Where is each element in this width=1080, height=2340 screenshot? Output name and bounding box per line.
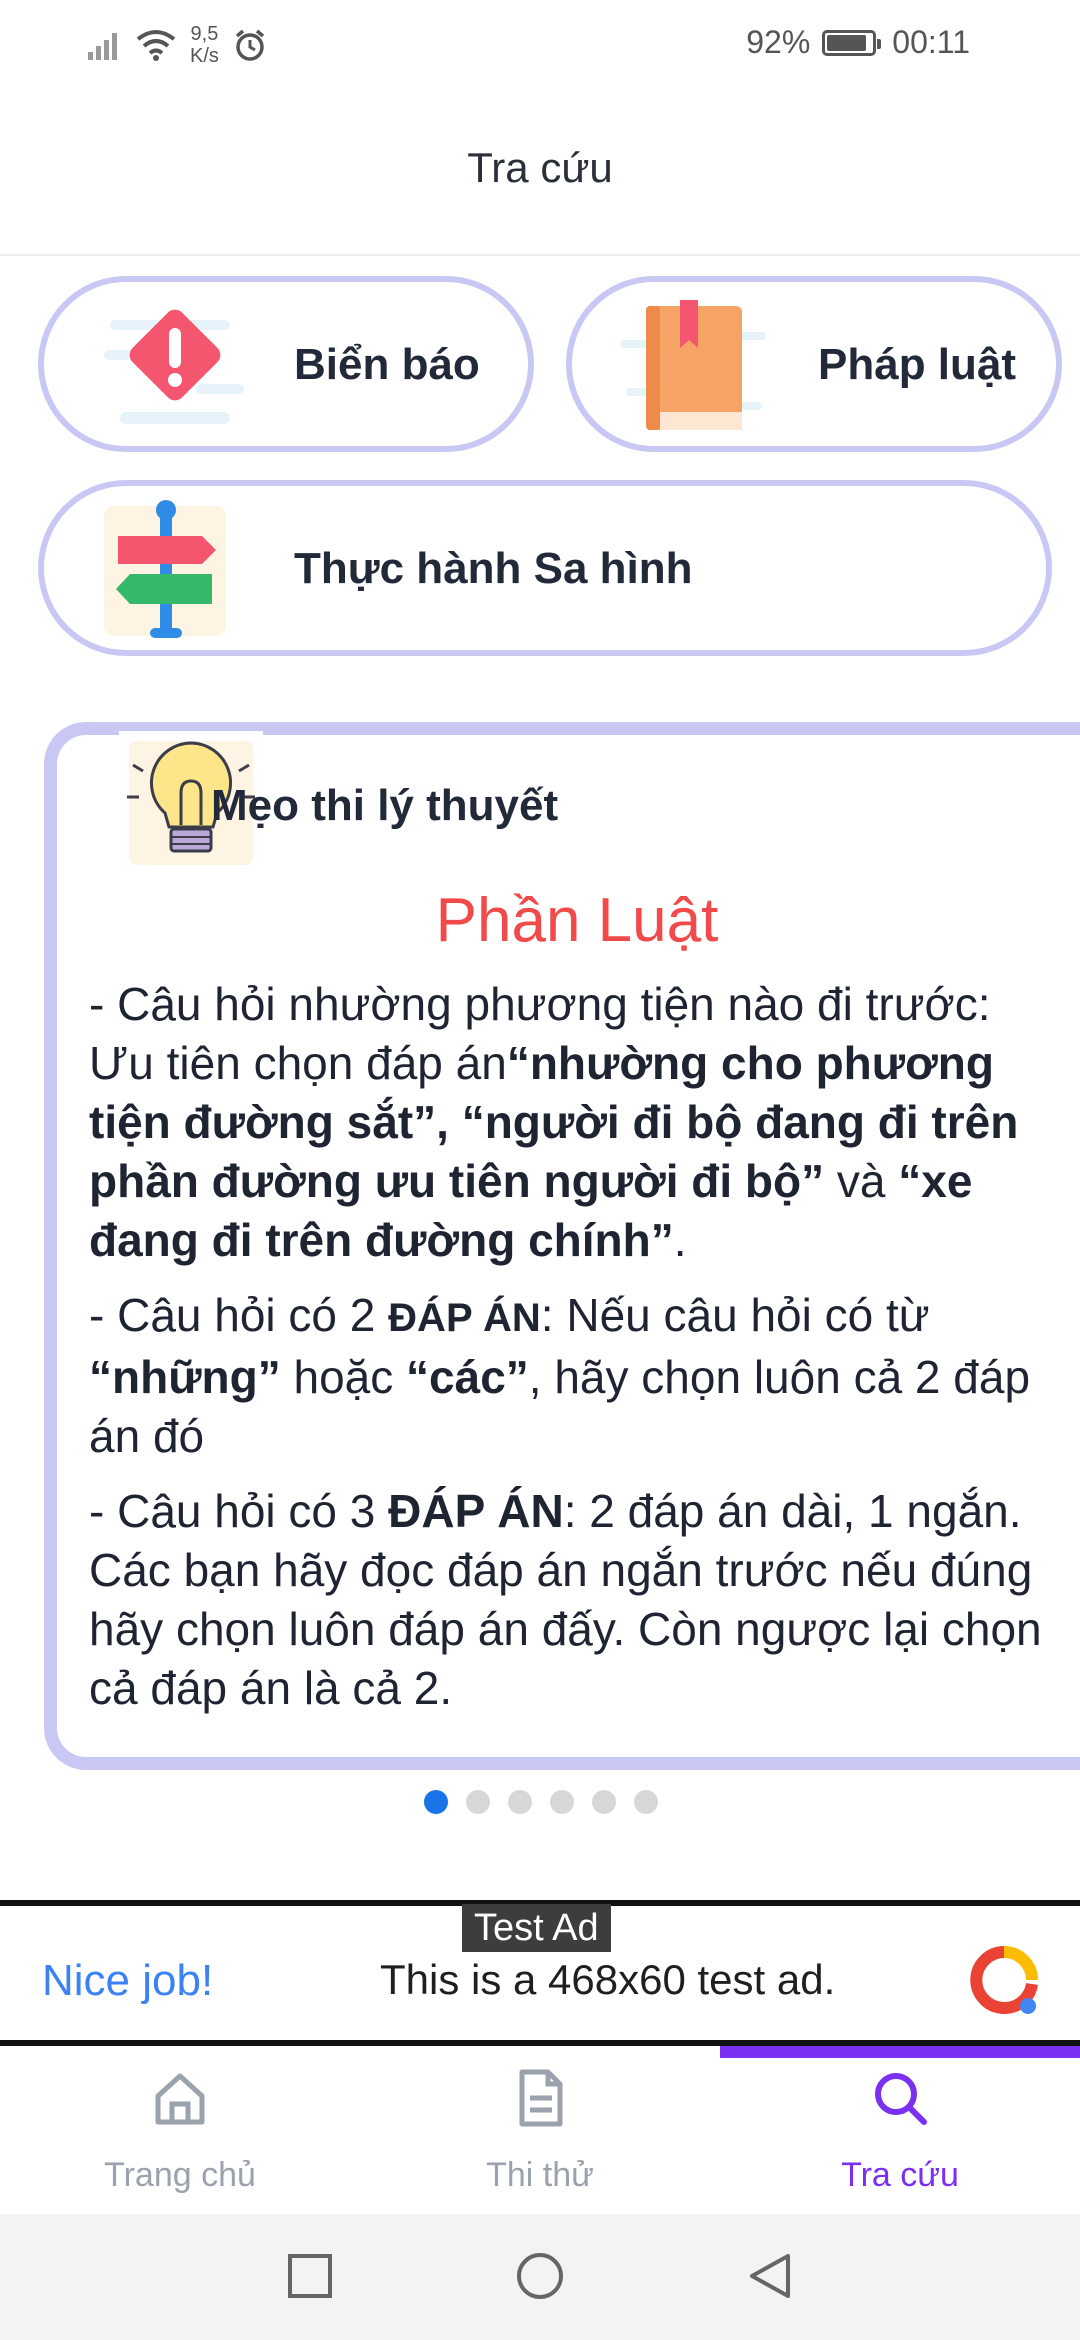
category-practice-course[interactable]: Thực hành Sa hình <box>38 480 1052 656</box>
ad-logo-icon <box>970 1946 1038 2014</box>
pager-dot[interactable] <box>592 1790 616 1814</box>
law-book-icon <box>620 292 770 442</box>
clock: 00:11 <box>892 24 970 60</box>
status-right: 92% 00:11 <box>746 24 970 61</box>
tip-text: . <box>673 1214 687 1266</box>
tip-paragraph: - Câu hỏi có 2 ĐÁP ÁN: Nếu câu hỏi có từ… <box>89 1286 1049 1466</box>
battery-percent: 92% <box>746 24 811 60</box>
speed-value: 9,5 <box>190 23 219 45</box>
tip-emphasis: ĐÁP ÁN <box>388 1485 564 1537</box>
back-icon[interactable] <box>746 2252 794 2300</box>
tab-label: Tra cứu <box>841 2156 959 2194</box>
signal-icon <box>88 33 117 60</box>
tab-home[interactable]: Trang chủ <box>0 2046 360 2214</box>
tips-card[interactable]: Mẹo thi lý thuyết Phần Luật - Câu hỏi nh… <box>44 722 1080 1770</box>
pager-dot[interactable] <box>508 1790 532 1814</box>
category-label: Pháp luật <box>818 340 1017 389</box>
pager-dot[interactable] <box>550 1790 574 1814</box>
category-law[interactable]: Pháp luật <box>566 276 1062 452</box>
tip-emphasis: “các” <box>406 1351 529 1403</box>
test-ad-badge: Test Ad <box>462 1904 611 1952</box>
signpost-icon <box>90 496 240 646</box>
system-nav-bar <box>0 2214 1080 2340</box>
pager-dot[interactable] <box>424 1790 448 1814</box>
tip-text: - Câu hỏi có 2 <box>89 1289 389 1341</box>
ad-text: This is a 468x60 test ad. <box>380 1956 836 2003</box>
ad-headline: Nice job! <box>42 1956 214 2005</box>
category-traffic-signs[interactable]: Biển báo <box>38 276 534 452</box>
status-left: 9,5 K/s <box>88 20 267 70</box>
recents-icon[interactable] <box>286 2252 334 2300</box>
alarm-icon <box>235 29 265 61</box>
speed-unit: K/s <box>190 45 219 67</box>
network-speed: 9,5 K/s <box>190 23 219 67</box>
category-label: Thực hành Sa hình <box>294 544 693 593</box>
tip-text: và <box>824 1155 899 1207</box>
pager-dots <box>424 1790 658 1814</box>
search-icon <box>875 2073 927 2125</box>
tip-emphasis: “những” <box>89 1351 281 1403</box>
warning-sign-icon <box>100 292 250 442</box>
wifi-icon <box>136 30 176 61</box>
tip-text: : Nếu câu hỏi có từ <box>540 1289 930 1341</box>
document-icon <box>519 2069 563 2127</box>
tip-text: hoặc <box>280 1351 407 1403</box>
category-label: Biển báo <box>294 340 480 389</box>
tips-body: - Câu hỏi nhường phương tiện nào đi trướ… <box>89 975 1049 1734</box>
app-header: Tra cứu <box>0 92 1080 256</box>
tab-label: Thi thử <box>486 2156 594 2194</box>
tip-emphasis: ĐÁP ÁN <box>388 1296 541 1340</box>
status-bar: 9,5 K/s 92% 00:11 <box>0 0 1080 92</box>
tab-practice-test[interactable]: Thi thử <box>360 2046 720 2214</box>
tip-paragraph: - Câu hỏi nhường phương tiện nào đi trướ… <box>89 975 1049 1270</box>
tab-label: Trang chủ <box>104 2156 256 2194</box>
tip-paragraph: - Câu hỏi có 3 ĐÁP ÁN: 2 đáp án dài, 1 n… <box>89 1482 1049 1718</box>
pager-dot[interactable] <box>466 1790 490 1814</box>
home-button-icon[interactable] <box>516 2252 564 2300</box>
tips-section-heading: Phần Luật <box>435 886 719 955</box>
battery-icon <box>822 29 882 56</box>
bottom-nav: Trang chủ Thi thử Tra cứu <box>0 2046 1080 2214</box>
pager-dot[interactable] <box>634 1790 658 1814</box>
home-icon <box>155 2073 205 2125</box>
page-title: Tra cứu <box>467 144 613 191</box>
tip-text: - Câu hỏi có 3 <box>89 1485 389 1537</box>
tips-title: Mẹo thi lý thuyết <box>211 781 559 830</box>
tab-lookup[interactable]: Tra cứu <box>720 2046 1080 2214</box>
